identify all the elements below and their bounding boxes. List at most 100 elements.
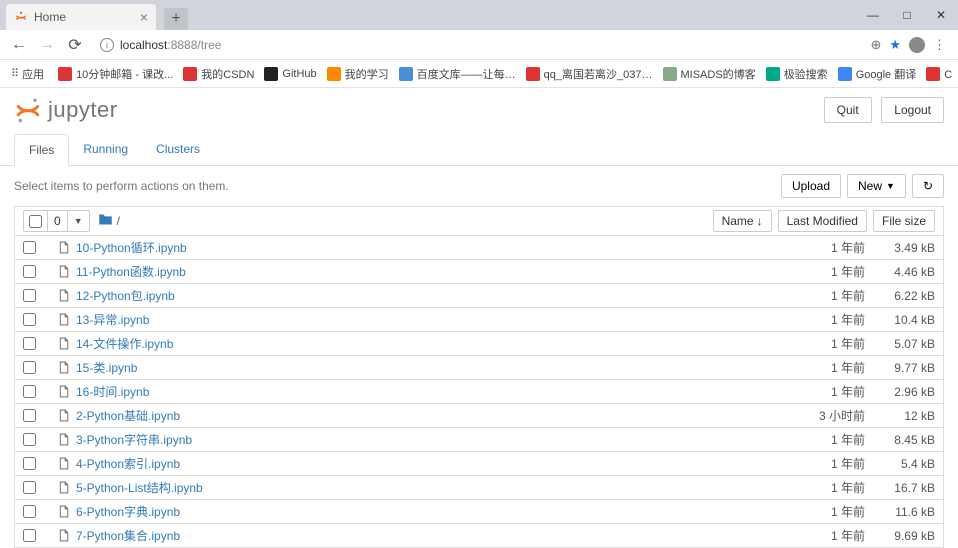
- file-link[interactable]: 4-Python索引.ipynb: [76, 455, 180, 472]
- file-link[interactable]: 7-Python集合.ipynb: [76, 527, 180, 544]
- bookmark-item[interactable]: MISADS的博客: [658, 64, 761, 84]
- file-size: 6.22 kB: [865, 289, 935, 303]
- zoom-icon[interactable]: ⊕: [870, 37, 881, 53]
- row-checkbox[interactable]: [23, 457, 36, 470]
- file-link[interactable]: 13-异常.ipynb: [76, 311, 149, 328]
- bookmark-favicon: [663, 67, 677, 81]
- file-link[interactable]: 14-文件操作.ipynb: [76, 335, 173, 352]
- bookmark-favicon: [183, 67, 197, 81]
- bookmark-item[interactable]: 我的学习: [322, 64, 394, 84]
- tab-files[interactable]: Files: [14, 134, 69, 166]
- forward-button[interactable]: →: [34, 32, 60, 58]
- bookmark-item[interactable]: 我的CSDN: [178, 64, 259, 84]
- file-link[interactable]: 5-Python-List结构.ipynb: [76, 479, 203, 496]
- file-link[interactable]: 15-类.ipynb: [76, 359, 137, 376]
- file-link[interactable]: 2-Python基础.ipynb: [76, 407, 180, 424]
- row-checkbox[interactable]: [23, 385, 36, 398]
- row-checkbox[interactable]: [23, 481, 36, 494]
- row-checkbox[interactable]: [23, 289, 36, 302]
- file-link[interactable]: 3-Python字符串.ipynb: [76, 431, 192, 448]
- file-size: 9.77 kB: [865, 361, 935, 375]
- close-icon[interactable]: ×: [140, 9, 148, 25]
- folder-icon[interactable]: [98, 213, 113, 230]
- refresh-icon: ↻: [923, 179, 933, 193]
- close-window-button[interactable]: ✕: [924, 0, 958, 30]
- bookmark-favicon: [766, 67, 780, 81]
- reload-button[interactable]: ⟳: [62, 32, 88, 58]
- file-size: 12 kB: [865, 409, 935, 423]
- bookmark-item[interactable]: GitHub: [259, 64, 321, 84]
- row-checkbox[interactable]: [23, 409, 36, 422]
- row-checkbox[interactable]: [23, 505, 36, 518]
- row-checkbox[interactable]: [23, 265, 36, 278]
- tab-running[interactable]: Running: [69, 134, 142, 165]
- file-row: 6-Python字典.ipynb 1 年前11.6 kB: [14, 500, 944, 524]
- address-bar[interactable]: i localhost:8888/tree: [90, 33, 862, 57]
- sort-size-button[interactable]: File size: [873, 210, 935, 232]
- select-all-control[interactable]: 0 ▼: [23, 210, 90, 232]
- profile-avatar[interactable]: [909, 37, 925, 53]
- row-checkbox[interactable]: [23, 433, 36, 446]
- bookmark-favicon: [526, 67, 540, 81]
- file-size: 3.49 kB: [865, 241, 935, 255]
- menu-icon[interactable]: ⋮: [933, 37, 946, 53]
- minimize-button[interactable]: —: [856, 0, 890, 30]
- bookmark-star-icon[interactable]: ★: [889, 37, 901, 53]
- logout-button[interactable]: Logout: [881, 97, 944, 123]
- jupyter-logo-text: jupyter: [48, 97, 118, 123]
- tab-clusters[interactable]: Clusters: [142, 134, 214, 165]
- bookmark-favicon: [327, 67, 341, 81]
- url-path: :8888/tree: [167, 38, 221, 52]
- new-button[interactable]: New▼: [847, 174, 906, 198]
- bookmark-item[interactable]: Google 翻译: [833, 64, 922, 84]
- jupyter-header: jupyter Quit Logout: [0, 88, 958, 134]
- file-link[interactable]: 6-Python字典.ipynb: [76, 503, 180, 520]
- file-link[interactable]: 12-Python包.ipynb: [76, 287, 175, 304]
- bookmark-item[interactable]: C++字符集操作详解: [921, 64, 952, 84]
- select-count: 0: [48, 214, 67, 228]
- notebook-icon: [56, 337, 70, 351]
- row-checkbox[interactable]: [23, 361, 36, 374]
- chevron-down-icon[interactable]: ▼: [67, 211, 89, 231]
- apps-button[interactable]: ⠿ 应用: [6, 64, 49, 84]
- sort-name-button[interactable]: Name↓: [713, 210, 772, 232]
- site-info-icon[interactable]: i: [100, 38, 114, 52]
- bookmark-favicon: [399, 67, 413, 81]
- browser-navbar: ← → ⟳ i localhost:8888/tree ⊕ ★ ⋮: [0, 30, 958, 60]
- quit-button[interactable]: Quit: [824, 97, 872, 123]
- file-row: 4-Python索引.ipynb1 年前5.4 kB: [14, 452, 944, 476]
- file-size: 11.6 kB: [865, 505, 935, 519]
- browser-tab[interactable]: Home ×: [6, 4, 156, 30]
- file-modified: 1 年前: [785, 479, 865, 496]
- file-modified: 3 小时前: [785, 407, 865, 424]
- notebook-icon: [56, 409, 70, 423]
- row-checkbox[interactable]: [23, 313, 36, 326]
- file-link[interactable]: 16-时间.ipynb: [76, 383, 149, 400]
- select-all-checkbox[interactable]: [29, 215, 42, 228]
- sort-modified-button[interactable]: Last Modified: [778, 210, 867, 232]
- file-link[interactable]: 10-Python循环.ipynb: [76, 239, 187, 256]
- row-checkbox[interactable]: [23, 337, 36, 350]
- notebook-icon: [56, 529, 70, 543]
- selection-hint: Select items to perform actions on them.: [14, 179, 229, 193]
- file-link[interactable]: 11-Python函数.ipynb: [76, 263, 186, 280]
- back-button[interactable]: ←: [6, 32, 32, 58]
- new-tab-button[interactable]: +: [164, 8, 188, 30]
- upload-button[interactable]: Upload: [781, 174, 841, 198]
- file-size: 2.96 kB: [865, 385, 935, 399]
- breadcrumb-root[interactable]: /: [117, 214, 120, 228]
- bookmark-item[interactable]: 极验搜索: [761, 64, 833, 84]
- file-row: 11-Python函数.ipynb1 年前4.46 kB: [14, 260, 944, 284]
- row-checkbox[interactable]: [23, 241, 36, 254]
- bookmark-item[interactable]: 10分钟邮箱 - 课改...: [53, 64, 178, 84]
- notebook-icon: [56, 265, 70, 279]
- file-modified: 1 年前: [785, 503, 865, 520]
- bookmark-item[interactable]: 百度文库——让每…: [394, 64, 521, 84]
- row-checkbox[interactable]: [23, 529, 36, 542]
- file-modified: 1 年前: [785, 527, 865, 544]
- maximize-button[interactable]: □: [890, 0, 924, 30]
- jupyter-logo-icon: [14, 96, 42, 124]
- refresh-button[interactable]: ↻: [912, 174, 944, 198]
- jupyter-logo[interactable]: jupyter: [14, 96, 118, 124]
- bookmark-item[interactable]: qq_离国若离沙_037…: [521, 64, 658, 84]
